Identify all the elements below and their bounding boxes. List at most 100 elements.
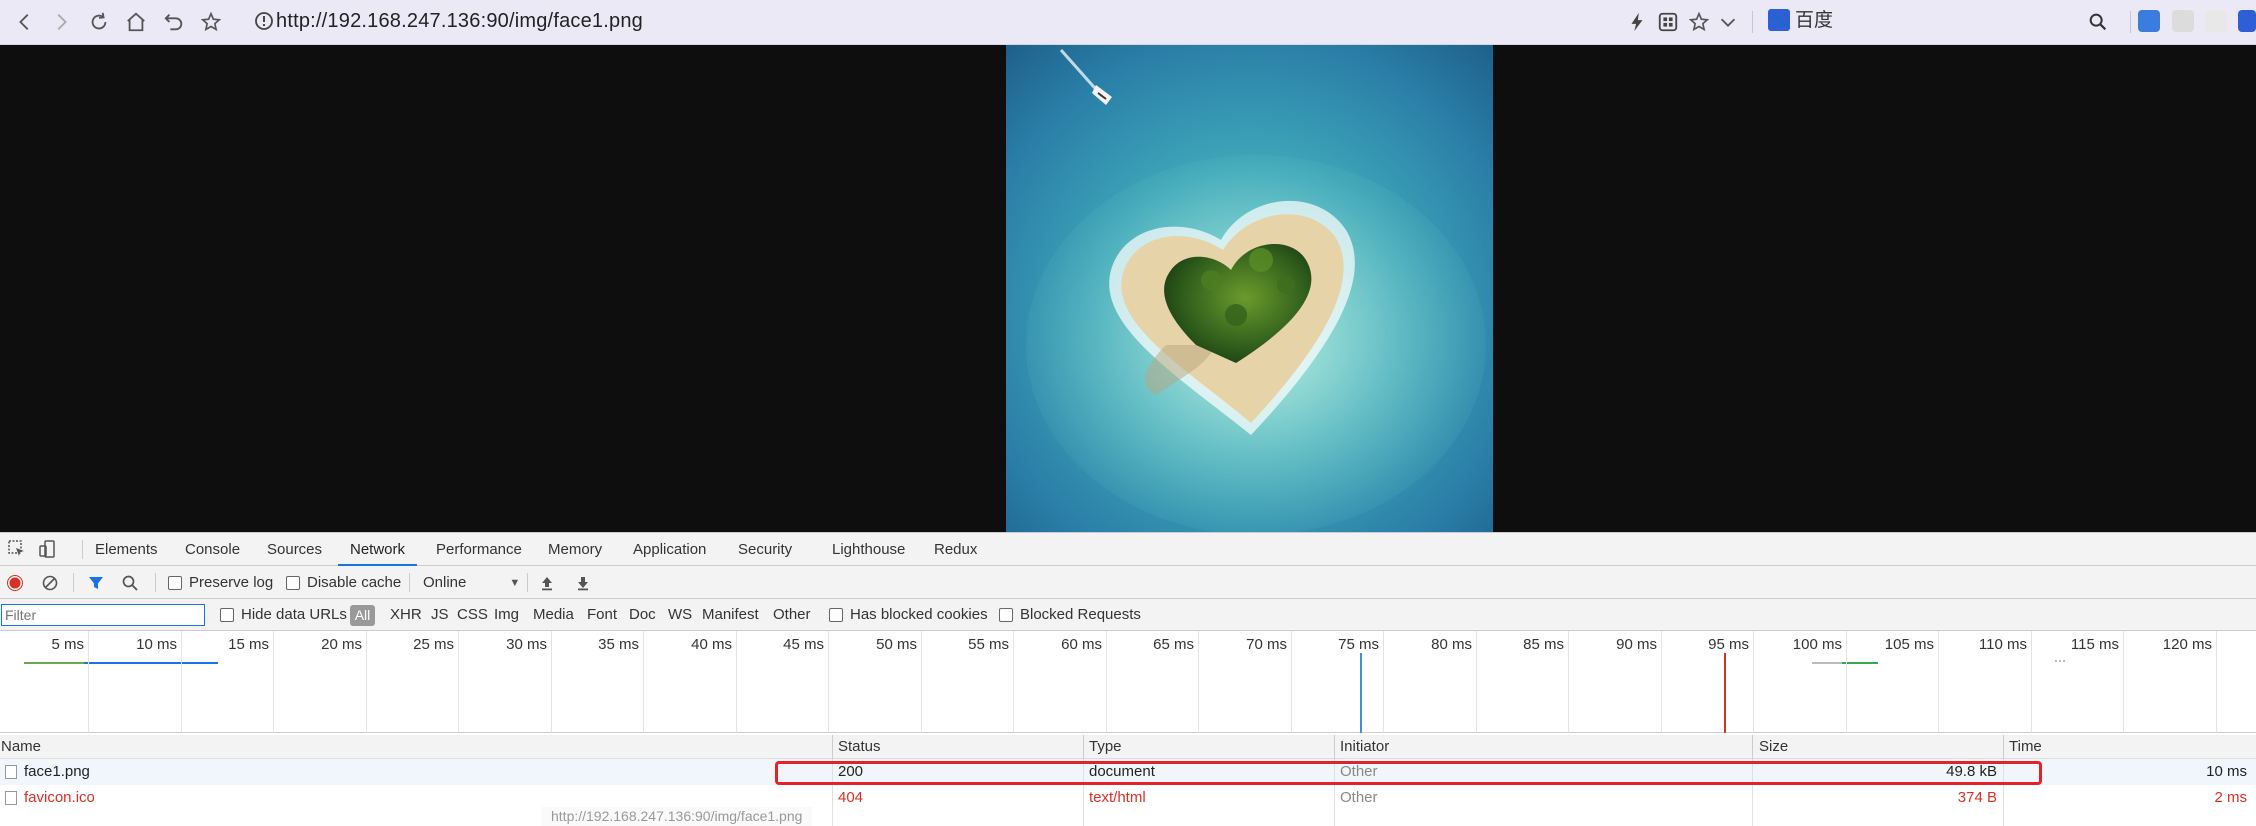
divider[interactable] — [1083, 735, 1084, 759]
tab-memory[interactable]: Memory — [548, 533, 602, 566]
clear-icon — [42, 575, 58, 590]
blocked-requests-checkbox[interactable]: Blocked Requests — [999, 599, 1141, 631]
filter-type-js[interactable]: JS — [431, 599, 449, 631]
timing-bar — [84, 662, 218, 664]
filter-type-all[interactable]: All — [350, 605, 375, 626]
filter-input[interactable] — [1, 604, 205, 626]
timeline-tick-label: 100 ms — [1792, 636, 1842, 653]
filter-type-img[interactable]: Img — [494, 599, 519, 631]
export-har-button[interactable] — [574, 566, 592, 599]
apps-button[interactable] — [1654, 8, 1682, 36]
tab-console[interactable]: Console — [185, 533, 240, 566]
timeline-gridline — [1106, 631, 1107, 733]
timeline-gridline — [366, 631, 367, 733]
checkbox[interactable] — [999, 608, 1013, 622]
filter-type-media[interactable]: Media — [533, 599, 574, 631]
timing-bar — [24, 662, 84, 664]
tab-performance[interactable]: Performance — [436, 533, 522, 566]
column-type[interactable]: Type — [1089, 735, 1122, 759]
lightning-button[interactable] — [1623, 8, 1651, 36]
column-size[interactable]: Size — [1759, 735, 1788, 759]
timeline-tick-label: 35 ms — [598, 636, 639, 653]
checkbox[interactable] — [829, 608, 843, 622]
tab-application[interactable]: Application — [633, 533, 706, 566]
column-name[interactable]: Name — [1, 735, 41, 759]
timeline-gridline — [1846, 631, 1847, 733]
divider — [2130, 11, 2131, 33]
site-info-icon[interactable] — [252, 9, 276, 33]
filter-type-ws[interactable]: WS — [668, 599, 692, 631]
network-overview-timeline[interactable]: 5 ms 10 ms 15 ms 20 ms 25 ms 30 ms 35 ms 40 ms 4… — [0, 631, 2256, 733]
divider[interactable] — [1334, 735, 1335, 759]
tab-elements[interactable]: Elements — [95, 533, 158, 566]
column-initiator[interactable]: Initiator — [1340, 735, 1389, 759]
tab-security[interactable]: Security — [738, 533, 792, 566]
search-button[interactable] — [2084, 8, 2112, 36]
timeline-tick-label: 5 ms — [51, 636, 84, 653]
filter-type-manifest[interactable]: Manifest — [702, 599, 759, 631]
timeline-gridline — [551, 631, 552, 733]
import-har-button[interactable] — [538, 566, 556, 599]
filter-toggle-button[interactable] — [87, 566, 105, 599]
extension-icon[interactable] — [2205, 10, 2227, 32]
bookmark-star-button[interactable] — [196, 7, 226, 37]
checkbox[interactable] — [286, 575, 300, 590]
upload-icon — [542, 576, 552, 590]
devtools-tab-bar: Elements Console Sources Network Perform… — [0, 533, 2256, 566]
heart-island-image — [1006, 45, 1493, 532]
tab-redux[interactable]: Redux — [934, 533, 977, 566]
filter-type-doc[interactable]: Doc — [629, 599, 656, 631]
throttling-select[interactable]: Online ▼ — [423, 566, 520, 599]
lightning-icon — [1631, 12, 1643, 32]
back-button[interactable] — [10, 7, 40, 37]
tab-lighthouse[interactable]: Lighthouse — [832, 533, 905, 566]
column-status[interactable]: Status — [838, 735, 881, 759]
inspect-element-icon[interactable] — [7, 539, 27, 559]
address-bar[interactable]: http://192.168.247.136:90/img/face1.png — [276, 7, 643, 35]
file-icon — [5, 791, 17, 805]
filter-type-xhr[interactable]: XHR — [390, 599, 422, 631]
tab-sources[interactable]: Sources — [267, 533, 322, 566]
divider[interactable] — [1752, 735, 1753, 759]
record-button[interactable] — [6, 566, 24, 599]
search-engine-label[interactable]: 百度 — [1795, 8, 1833, 34]
annotation-highlight-box — [775, 761, 2042, 785]
disable-cache-checkbox[interactable]: Disable cache — [286, 566, 401, 599]
request-time: 2 ms — [2214, 789, 2247, 806]
timeline-gridline — [921, 631, 922, 733]
column-time[interactable]: Time — [2009, 735, 2042, 759]
device-toolbar-icon[interactable] — [38, 539, 58, 559]
forward-button[interactable] — [46, 7, 76, 37]
request-name[interactable]: face1.png — [24, 759, 90, 785]
timeline-gridline — [1383, 631, 1384, 733]
divider[interactable] — [832, 735, 833, 759]
timeline-gridline — [643, 631, 644, 733]
hide-data-urls-checkbox[interactable]: Hide data URLs — [220, 599, 347, 631]
devtools-panel: Elements Console Sources Network Perform… — [0, 532, 2256, 826]
checkbox[interactable] — [168, 575, 182, 590]
home-icon — [127, 12, 145, 32]
divider — [82, 540, 83, 559]
favorite-button[interactable] — [1685, 8, 1713, 36]
filter-type-font[interactable]: Font — [587, 599, 617, 631]
dropdown-button[interactable] — [1714, 8, 1742, 36]
home-button[interactable] — [121, 7, 151, 37]
extension-icon[interactable] — [2172, 10, 2194, 32]
filter-type-other[interactable]: Other — [773, 599, 811, 631]
tab-network[interactable]: Network — [338, 533, 418, 566]
divider[interactable] — [2003, 735, 2004, 759]
timeline-tick-label: 20 ms — [321, 636, 362, 653]
clear-button[interactable] — [41, 566, 59, 599]
timeline-tick-label: 55 ms — [968, 636, 1009, 653]
request-name[interactable]: favicon.ico — [24, 785, 95, 811]
extension-icon[interactable] — [2238, 10, 2256, 32]
undo-close-button[interactable] — [159, 7, 189, 37]
search-button[interactable] — [121, 566, 139, 599]
preserve-log-checkbox[interactable]: Preserve log — [168, 566, 273, 599]
translate-extension-icon[interactable] — [2138, 10, 2160, 32]
has-blocked-cookies-checkbox[interactable]: Has blocked cookies — [829, 599, 988, 631]
reload-button[interactable] — [84, 7, 114, 37]
checkbox[interactable] — [220, 608, 234, 622]
filter-type-css[interactable]: CSS — [457, 599, 488, 631]
table-row[interactable]: favicon.ico 404 text/html Other 374 B 2 … — [0, 785, 2256, 811]
